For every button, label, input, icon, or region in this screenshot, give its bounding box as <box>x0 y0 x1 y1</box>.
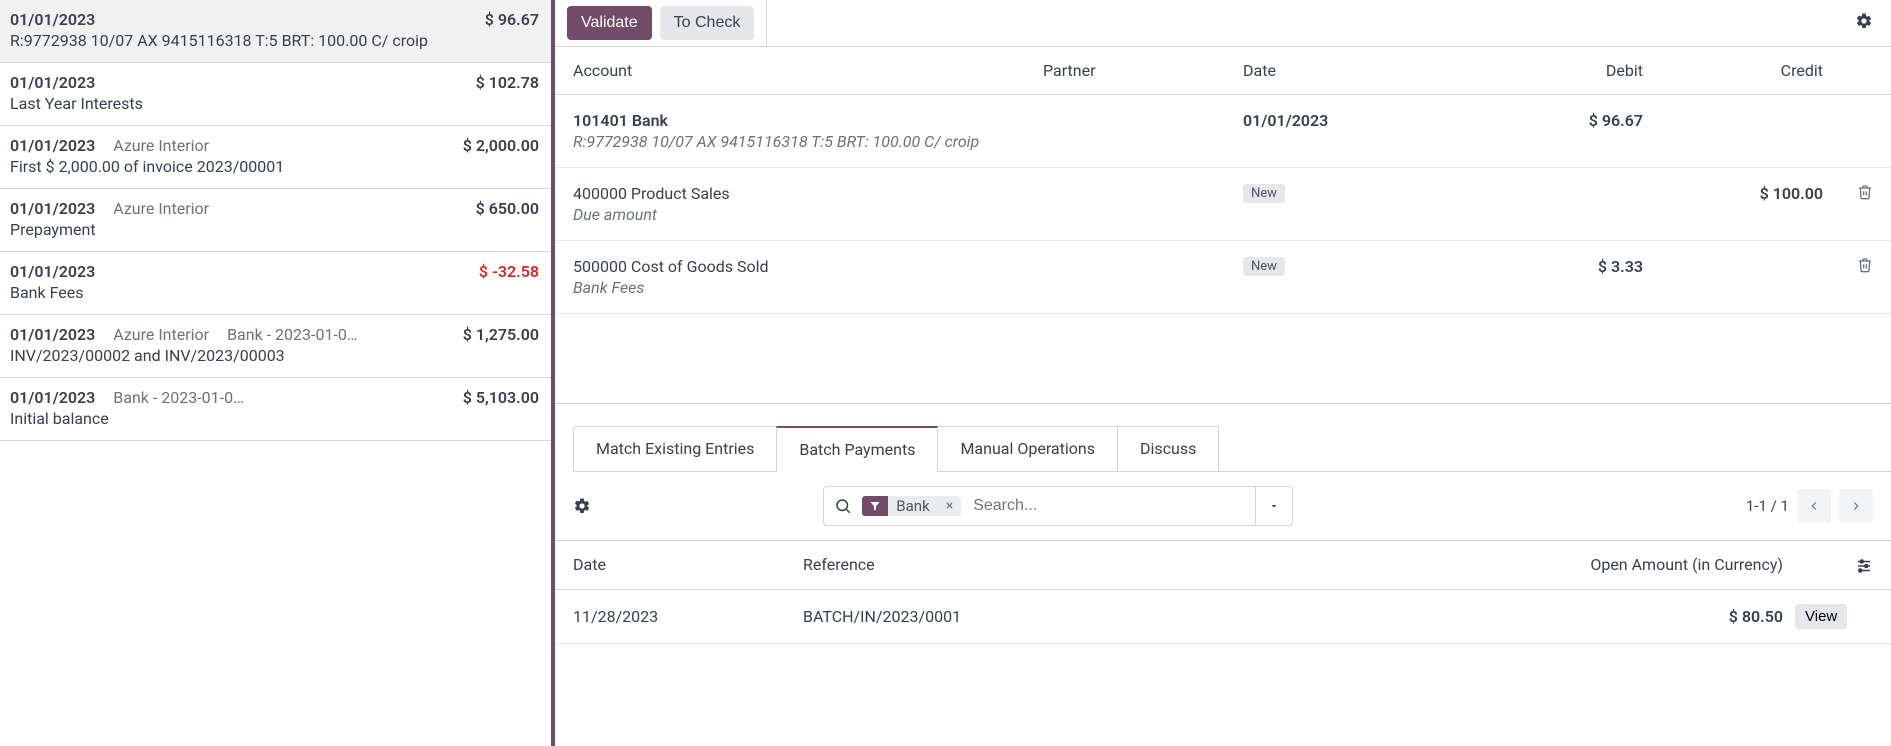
tx-memo: Bank - 2023-01-0… <box>113 388 243 407</box>
col-credit: Credit <box>1643 61 1823 80</box>
sliders-icon[interactable] <box>1783 555 1873 575</box>
search-icon <box>824 497 862 515</box>
col-batch-open: Open Amount (in Currency) <box>1483 555 1783 574</box>
tx-description: INV/2023/00002 and INV/2023/00003 <box>10 346 539 365</box>
tx-description: Prepayment <box>10 220 539 239</box>
gear-icon[interactable] <box>573 497 591 515</box>
entry-sub: Due amount <box>573 205 1043 224</box>
tx-date: 01/01/2023 <box>10 199 95 218</box>
entry-row[interactable]: 101401 Bank R:9772938 10/07 AX 9415116318… <box>555 95 1891 168</box>
tx-amount: $ 96.67 <box>485 10 539 29</box>
tx-amount: $ 102.78 <box>476 73 539 92</box>
tx-description: First $ 2,000.00 of invoice 2023/00001 <box>10 157 539 176</box>
to-check-button[interactable]: To Check <box>660 6 755 40</box>
tx-date: 01/01/2023 <box>10 388 95 407</box>
entry-sub: Bank Fees <box>573 278 1043 297</box>
journal-entries: Account Partner Date Debit Credit 101401… <box>555 47 1891 404</box>
gear-icon[interactable] <box>1855 12 1873 30</box>
tx-date: 01/01/2023 <box>10 10 95 29</box>
transactions-list: 01/01/2023 $ 96.67 R:9772938 10/07 AX 9415… <box>0 0 555 746</box>
tx-partner: Azure Interior <box>113 325 209 344</box>
col-account: Account <box>573 61 1043 80</box>
tab-discuss[interactable]: Discuss <box>1117 426 1219 471</box>
batch-controls: Bank × 1-1 / 1 <box>555 472 1891 540</box>
entry-account: 101401 Bank <box>573 111 1043 130</box>
transaction-item[interactable]: 01/01/2023 $ -32.58 Bank Fees <box>0 252 551 315</box>
new-tag: New <box>1243 184 1285 203</box>
tx-amount: $ 5,103.00 <box>463 388 539 407</box>
tx-description: Last Year Interests <box>10 94 539 113</box>
tx-date: 01/01/2023 <box>10 136 95 155</box>
toolbar-wrap: Validate To Check <box>555 0 1891 47</box>
entry-credit: $ 100.00 <box>1643 184 1823 203</box>
entry-sub: R:9772938 10/07 AX 9415116318 T:5 BRT: 1… <box>573 132 1043 151</box>
transaction-item[interactable]: 01/01/2023 $ 96.67 R:9772938 10/07 AX 9415… <box>0 0 551 63</box>
tab-match-existing[interactable]: Match Existing Entries <box>573 426 777 471</box>
tx-date: 01/01/2023 <box>10 73 95 92</box>
toolbar: Validate To Check <box>555 0 767 46</box>
transaction-item[interactable]: 01/01/2023 Bank - 2023-01-0… $ 5,103.00 Ini… <box>0 378 551 441</box>
entries-spacer <box>555 314 1891 404</box>
pager-prev[interactable] <box>1797 489 1831 523</box>
tab-batch-payments[interactable]: Batch Payments <box>776 426 938 471</box>
col-batch-date: Date <box>573 555 803 574</box>
tx-amount: $ 650.00 <box>476 199 539 218</box>
entry-account: 500000 Cost of Goods Sold <box>573 257 1043 276</box>
entry-date: 01/01/2023 <box>1243 111 1463 130</box>
tx-partner: Azure Interior <box>113 199 209 218</box>
transaction-item[interactable]: 01/01/2023 Azure Interior $ 650.00 Prepayme… <box>0 189 551 252</box>
batch-date: 11/28/2023 <box>573 607 803 626</box>
validate-button[interactable]: Validate <box>567 6 652 40</box>
entry-row[interactable]: 500000 Cost of Goods Sold Bank Fees New $ 3… <box>555 241 1891 314</box>
batch-open-amount: $ 80.50 <box>1483 607 1783 626</box>
pager-next[interactable] <box>1839 489 1873 523</box>
tx-date: 01/01/2023 <box>10 262 95 281</box>
entry-row[interactable]: 400000 Product Sales Due amount New $ 100.0… <box>555 168 1891 241</box>
tx-date: 01/01/2023 <box>10 325 95 344</box>
pager-text: 1-1 / 1 <box>1746 497 1789 515</box>
pager: 1-1 / 1 <box>1746 489 1873 523</box>
tabs: Match Existing Entries Batch Payments Ma… <box>573 426 1891 472</box>
filter-label: Bank <box>888 497 937 515</box>
transaction-item[interactable]: 01/01/2023 $ 102.78 Last Year Interests <box>0 63 551 126</box>
tx-memo: Bank - 2023-01-0… <box>227 325 357 344</box>
entries-header: Account Partner Date Debit Credit <box>555 47 1891 95</box>
batch-row[interactable]: 11/28/2023BATCH/IN/2023/0001$ 80.50 View <box>555 590 1891 644</box>
new-tag: New <box>1243 257 1285 276</box>
reconciliation-panel: Validate To Check Account Partner Date D… <box>555 0 1891 746</box>
tx-partner: Azure Interior <box>113 136 209 155</box>
entry-debit: $ 96.67 <box>1463 111 1643 130</box>
tx-description: Initial balance <box>10 409 539 428</box>
transaction-item[interactable]: 01/01/2023 Azure Interior $ 2,000.00 First … <box>0 126 551 189</box>
tx-description: Bank Fees <box>10 283 539 302</box>
entry-account: 400000 Product Sales <box>573 184 1043 203</box>
search-box[interactable]: Bank × <box>823 486 1293 526</box>
close-icon[interactable]: × <box>938 498 961 514</box>
col-batch-reference: Reference <box>803 555 1483 574</box>
batch-header: Date Reference Open Amount (in Currency) <box>555 540 1891 590</box>
col-debit: Debit <box>1463 61 1643 80</box>
tx-description: R:9772938 10/07 AX 9415116318 T:5 BRT: 1… <box>10 31 539 50</box>
transaction-item[interactable]: 01/01/2023 Azure Interior Bank - 2023-01-0… <box>0 315 551 378</box>
entry-debit: $ 3.33 <box>1463 257 1643 276</box>
batch-reference: BATCH/IN/2023/0001 <box>803 607 1483 626</box>
filter-chip: Bank × <box>862 496 961 516</box>
tab-manual-operations[interactable]: Manual Operations <box>937 426 1118 471</box>
col-partner: Partner <box>1043 61 1243 80</box>
tx-amount: $ 1,275.00 <box>463 325 539 344</box>
tx-amount: $ 2,000.00 <box>463 136 539 155</box>
filter-icon <box>862 496 888 516</box>
trash-icon[interactable] <box>1823 257 1873 273</box>
search-input[interactable] <box>969 489 1255 523</box>
col-date: Date <box>1243 61 1463 80</box>
tx-amount: $ -32.58 <box>479 262 539 281</box>
chevron-down-icon[interactable] <box>1255 487 1292 525</box>
trash-icon[interactable] <box>1823 184 1873 200</box>
view-button[interactable]: View <box>1795 604 1847 629</box>
